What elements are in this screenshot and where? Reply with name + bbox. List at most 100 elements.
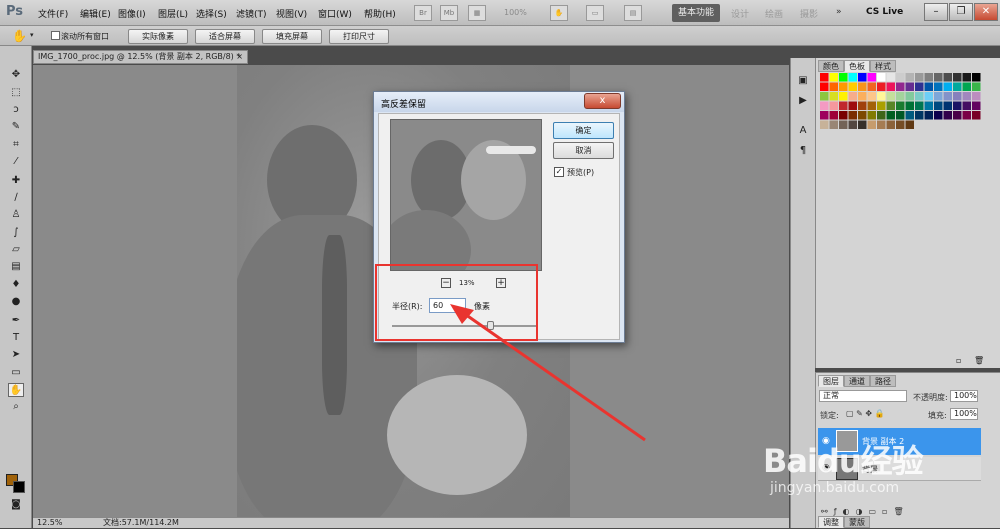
minibridge-icon[interactable]: Mb [440,5,458,21]
swatch-cell[interactable] [886,82,896,92]
filter-preview[interactable] [390,119,542,271]
new-swatch-icon[interactable]: ▫ [956,356,961,365]
workspace-photography[interactable]: 摄影 [800,7,818,20]
eyedropper-icon[interactable]: ⁄ [8,155,24,169]
swatch-cell[interactable] [858,82,867,92]
actual-pixels-button[interactable]: 实际像素 [128,29,188,44]
swatch-cell[interactable] [867,101,877,111]
hand-tool-icon[interactable]: ✋ [550,5,568,21]
swatch-cell[interactable] [867,120,877,130]
swatch-cell[interactable] [820,111,829,120]
menu-window[interactable]: 窗口(W) [318,7,352,20]
swatch-cell[interactable] [905,120,915,130]
hand-icon[interactable]: ✋ [12,29,27,43]
swatch-cell[interactable] [943,111,953,120]
swatch-cell[interactable] [943,82,953,92]
eraser-tool-icon[interactable]: ▱ [8,243,24,257]
quick-select-icon[interactable]: ✎ [8,120,24,134]
zoom-readout[interactable]: 12.5% [37,518,62,528]
blur-tool-icon[interactable]: ♦ [8,278,24,292]
swatch-cell[interactable] [829,92,839,101]
dialog-titlebar[interactable]: 高反差保留 x [374,92,624,112]
menu-help[interactable]: 帮助(H) [364,7,396,20]
workspace-design[interactable]: 设计 [731,7,749,20]
swatch-cell[interactable] [962,111,972,120]
delete-swatch-icon[interactable]: 🗑 [974,356,984,365]
swatch-cell[interactable] [886,111,896,120]
swatch-cell[interactable] [915,92,924,101]
swatch-cell[interactable] [924,111,934,120]
hand-tool-active-icon[interactable]: ✋ [8,383,24,397]
swatch-cell[interactable] [867,82,877,92]
extras-icon[interactable]: ▦ [468,5,486,21]
swatch-cell[interactable] [848,120,858,130]
clone-stamp-icon[interactable]: ♙ [8,208,24,222]
swatch-cell[interactable] [848,73,858,82]
menu-select[interactable]: 选择(S) [196,7,227,20]
swatch-cell[interactable] [886,120,896,130]
swatch-cell[interactable] [896,111,905,120]
swatch-cell[interactable] [924,101,934,111]
restore-button[interactable]: ❐ [949,3,973,21]
bridge-icon[interactable]: Br [414,5,432,21]
swatch-cell[interactable] [839,111,848,120]
swatch-cell[interactable] [820,101,829,111]
swatch-cell[interactable] [896,101,905,111]
swatch-cell[interactable] [829,111,839,120]
swatch-cell[interactable] [934,101,943,111]
tab-paths[interactable]: 路径 [870,375,896,387]
fill-screen-button[interactable]: 填充屏幕 [262,29,322,44]
swatch-cell[interactable] [839,92,848,101]
swatch-cell[interactable] [829,120,839,130]
minimize-button[interactable]: – [924,3,948,21]
swatch-cell[interactable] [858,101,867,111]
swatch-cell[interactable] [934,92,943,101]
swatch-cell[interactable] [867,111,877,120]
blend-mode-select[interactable]: 正常 [819,390,907,402]
fill-input[interactable]: 100% [950,408,978,420]
swatch-cell[interactable] [905,111,915,120]
tool-preset-chevron-icon[interactable]: ▾ [30,31,34,39]
swatch-cell[interactable] [839,101,848,111]
swatch-cell[interactable] [924,92,934,101]
swatch-cell[interactable] [962,101,972,111]
print-size-button[interactable]: 打印尺寸 [329,29,389,44]
swatch-cell[interactable] [820,73,829,82]
swatch-cell[interactable] [877,111,886,120]
swatch-cell[interactable] [934,111,943,120]
pen-tool-icon[interactable]: ✒ [8,314,24,328]
type-tool-icon[interactable]: T [8,331,24,345]
swatch-cell[interactable] [896,73,905,82]
swatch-cell[interactable] [972,101,981,111]
swatch-cell[interactable] [877,101,886,111]
path-select-icon[interactable]: ➤ [8,348,24,362]
tab-channels[interactable]: 通道 [844,375,870,387]
preview-checkbox[interactable]: ✓ [554,167,564,177]
swatch-cell[interactable] [820,82,829,92]
cancel-button[interactable]: 取消 [553,142,614,159]
menu-layer[interactable]: 图层(L) [158,7,188,20]
swatch-cell[interactable] [972,82,981,92]
swatch-cell[interactable] [839,82,848,92]
swatch-cell[interactable] [848,92,858,101]
gradient-tool-icon[interactable]: ▤ [8,260,24,274]
swatch-cell[interactable] [858,111,867,120]
document-tab[interactable]: IMG_1700_proc.jpg @ 12.5% (背景 副本 2, RGB/… [33,50,248,64]
swatch-cell[interactable] [896,82,905,92]
swatch-cell[interactable] [886,101,896,111]
close-tab-icon[interactable]: × [236,51,243,63]
swatch-cell[interactable] [905,82,915,92]
swatch-cell[interactable] [829,73,839,82]
cs-live[interactable]: CS Live [866,7,903,17]
zoom-dropdown[interactable]: 100% [504,8,527,17]
swatch-cell[interactable] [867,73,877,82]
close-button[interactable]: ✕ [974,3,998,21]
tab-styles[interactable]: 样式 [870,60,896,72]
menu-image[interactable]: 图像(I) [118,7,146,20]
menu-view[interactable]: 视图(V) [276,7,307,20]
swatch-cell[interactable] [877,73,886,82]
swatch-cell[interactable] [953,92,962,101]
swatch-cell[interactable] [896,92,905,101]
swatch-cell[interactable] [934,73,943,82]
crop-tool-icon[interactable]: ⌗ [8,138,24,152]
